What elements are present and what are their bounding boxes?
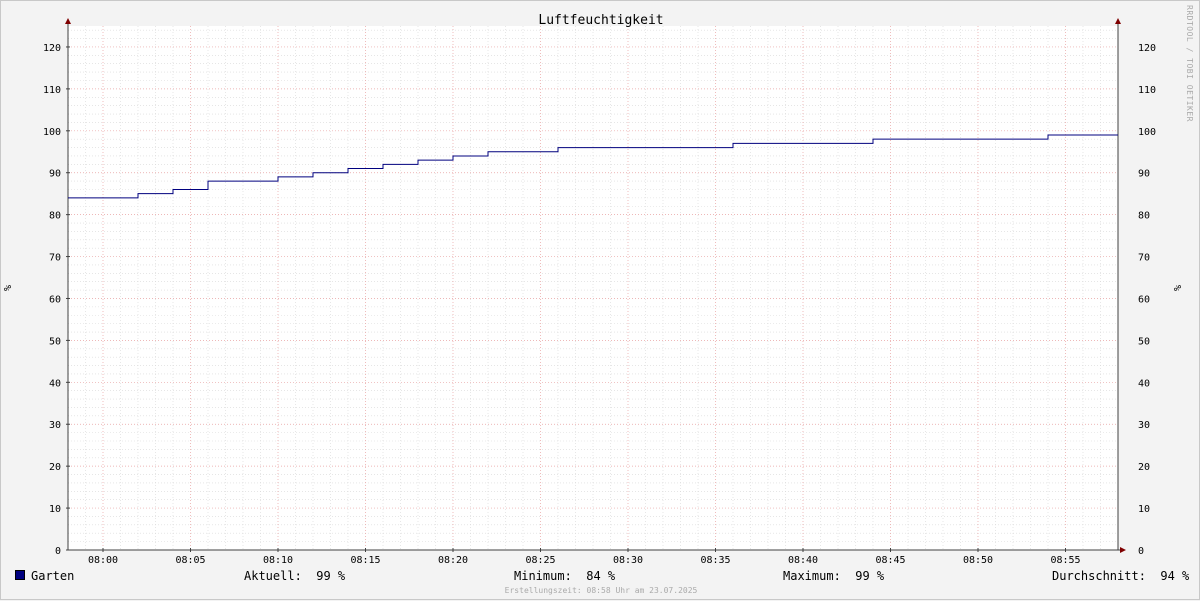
legend-min-value: 84 % (586, 569, 616, 583)
y-tick-label-left: 90 (49, 169, 61, 180)
legend-avg-value: 94 % (1160, 569, 1190, 583)
y-tick-label-right: 100 (1138, 127, 1156, 138)
x-tick-label: 08:20 (438, 555, 468, 566)
y-tick-label-right: 0 (1138, 546, 1144, 557)
y-tick-label-right: 110 (1138, 85, 1156, 96)
y-tick-label-right: 50 (1138, 336, 1150, 347)
y-axis-arrow-left (65, 18, 71, 24)
x-tick-label: 08:15 (350, 555, 380, 566)
y-tick-label-left: 120 (43, 43, 61, 54)
legend-series-name: Garten (31, 569, 75, 583)
legend-swatch-garten (15, 570, 25, 580)
y-tick-label-right: 70 (1138, 253, 1150, 264)
x-tick-label: 08:35 (700, 555, 730, 566)
y-tick-label-right: 30 (1138, 420, 1150, 431)
x-tick-label: 08:00 (88, 555, 118, 566)
legend-average: Durchschnitt: 94 % (1052, 569, 1189, 583)
x-axis-arrow (1120, 547, 1126, 553)
y-tick-label-right: 40 (1138, 378, 1150, 389)
y-tick-label-left: 30 (49, 420, 61, 431)
legend-minimum: Minimum: 84 % (514, 569, 615, 583)
y-tick-label-left: 70 (49, 253, 61, 264)
y-tick-label-left: 80 (49, 211, 61, 222)
y-tick-label-right: 120 (1138, 43, 1156, 54)
y-axis-label-right: % (1173, 285, 1184, 291)
legend-max-value: 99 % (855, 569, 885, 583)
legend-current-label: Aktuell: (244, 569, 302, 583)
x-tick-label: 08:30 (613, 555, 643, 566)
x-tick-label: 08:05 (175, 555, 205, 566)
x-tick-label: 08:50 (963, 555, 993, 566)
y-tick-label-left: 110 (43, 85, 61, 96)
y-axis-arrow-right (1115, 18, 1121, 24)
chart-canvas: 0 0 10 10 20 20 30 30 40 40 50 50 60 60 70 70 80 80 90 90 10… (3, 13, 1184, 566)
legend-min-label: Minimum: (514, 569, 572, 583)
y-tick-label-right: 20 (1138, 462, 1150, 473)
y-tick-label-right: 60 (1138, 294, 1150, 305)
x-tick-label: 08:40 (788, 555, 818, 566)
x-tick-label: 08:25 (525, 555, 555, 566)
y-tick-label-left: 60 (49, 294, 61, 305)
legend-avg-label: Durchschnitt: (1052, 569, 1146, 583)
y-tick-label-left: 0 (55, 546, 61, 557)
legend-max-label: Maximum: (783, 569, 841, 583)
y-tick-label-left: 10 (49, 504, 61, 515)
rrdtool-watermark: RRDTOOL / TOBI OETIKER (1185, 5, 1194, 122)
y-axis-label-left: % (3, 285, 14, 291)
x-tick-label: 08:10 (263, 555, 293, 566)
y-tick-label-right: 10 (1138, 504, 1150, 515)
x-tick-label: 08:55 (1050, 555, 1080, 566)
y-tick-label-left: 50 (49, 336, 61, 347)
y-tick-label-right: 90 (1138, 169, 1150, 180)
y-tick-label-left: 20 (49, 462, 61, 473)
y-tick-label-left: 40 (49, 378, 61, 389)
y-tick-label-left: 100 (43, 127, 61, 138)
chart-frame: 0 0 10 10 20 20 30 30 40 40 50 50 60 60 70 70 80 80 90 90 10… (0, 0, 1200, 600)
legend-current: Aktuell: 99 % (244, 569, 345, 583)
creation-time-footer: Erstellungszeit: 08:58 Uhr am 23.07.2025 (504, 586, 698, 595)
chart-title: Luftfeuchtigkeit (538, 13, 663, 28)
legend-current-value: 99 % (316, 569, 346, 583)
legend-maximum: Maximum: 99 % (783, 569, 884, 583)
x-tick-label: 08:45 (875, 555, 905, 566)
y-tick-label-right: 80 (1138, 211, 1150, 222)
